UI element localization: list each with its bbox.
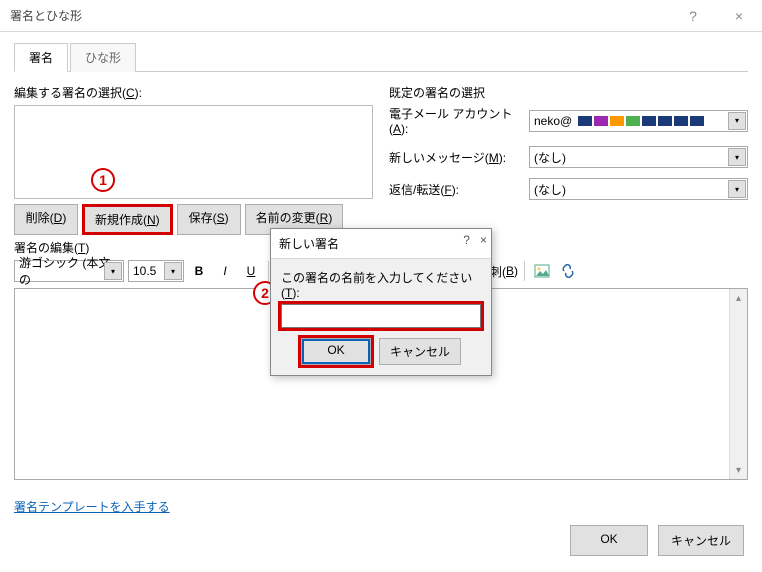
size-combo[interactable]: 10.5 ▾ [128, 260, 184, 282]
link-icon[interactable] [557, 260, 579, 282]
chevron-down-icon[interactable]: ▾ [728, 112, 746, 130]
signature-name-input[interactable] [281, 304, 481, 328]
default-signature-label: 既定の署名の選択 [389, 84, 748, 101]
chevron-down-icon[interactable]: ▾ [728, 180, 746, 198]
chevron-down-icon[interactable]: ▾ [164, 262, 182, 280]
modal-titlebar: 新しい署名 ? × [271, 229, 491, 259]
help-button[interactable]: ? [670, 0, 716, 32]
font-combo[interactable]: 游ゴシック (本文の ▾ [14, 260, 124, 282]
reply-value: (なし) [534, 181, 566, 198]
tab-strip: 署名 ひな形 [14, 42, 748, 72]
delete-button[interactable]: 削除(D) [14, 204, 78, 235]
toolbar-divider [524, 261, 525, 281]
account-obscured [578, 116, 704, 126]
bold-button[interactable]: B [188, 260, 210, 282]
reply-combo[interactable]: (なし) ▾ [529, 178, 748, 200]
scrollbar[interactable]: ▴ ▾ [729, 289, 747, 479]
dialog-ok-button[interactable]: OK [570, 525, 648, 556]
modal-title: 新しい署名 [279, 235, 339, 252]
underline-button[interactable]: U [240, 260, 262, 282]
modal-input-label: この署名の名前を入力してください(T): [281, 269, 481, 300]
bizcard-button[interactable]: 刺(B) [490, 263, 518, 280]
tab-signature[interactable]: 署名 [14, 43, 68, 72]
italic-button[interactable]: I [214, 260, 236, 282]
account-value: neko@ [534, 114, 572, 128]
newmsg-label: 新しいメッセージ(M): [389, 149, 529, 166]
modal-help-button[interactable]: ? [463, 233, 470, 247]
select-signature-label: 編集する署名の選択(C): [14, 84, 373, 101]
newmsg-value: (なし) [534, 149, 566, 166]
scroll-up-icon[interactable]: ▴ [730, 289, 747, 307]
save-button[interactable]: 保存(S) [177, 204, 241, 235]
account-label: 電子メール アカウント(A): [389, 105, 529, 136]
close-button[interactable]: × [716, 0, 762, 32]
chevron-down-icon[interactable]: ▾ [104, 262, 122, 280]
toolbar-divider [268, 261, 269, 281]
account-combo[interactable]: neko@ ▾ [529, 110, 748, 132]
new-signature-dialog: 新しい署名 ? × この署名の名前を入力してください(T): OK キャンセル [270, 228, 492, 376]
annotation-1: 1 [91, 168, 115, 192]
newmsg-combo[interactable]: (なし) ▾ [529, 146, 748, 168]
signature-listbox[interactable] [14, 105, 373, 199]
modal-cancel-button[interactable]: キャンセル [379, 338, 461, 365]
chevron-down-icon[interactable]: ▾ [728, 148, 746, 166]
reply-label: 返信/転送(F): [389, 181, 529, 198]
image-icon[interactable] [531, 260, 553, 282]
modal-ok-button[interactable]: OK [301, 338, 371, 365]
scroll-down-icon[interactable]: ▾ [730, 461, 747, 479]
tab-template[interactable]: ひな形 [70, 43, 136, 72]
dialog-cancel-button[interactable]: キャンセル [658, 525, 744, 556]
modal-close-button[interactable]: × [480, 233, 487, 247]
new-button[interactable]: 新規作成(N) [82, 204, 173, 235]
titlebar: 署名とひな形 ? × [0, 0, 762, 32]
template-link[interactable]: 署名テンプレートを入手する [14, 498, 170, 515]
window-title: 署名とひな形 [10, 7, 82, 24]
